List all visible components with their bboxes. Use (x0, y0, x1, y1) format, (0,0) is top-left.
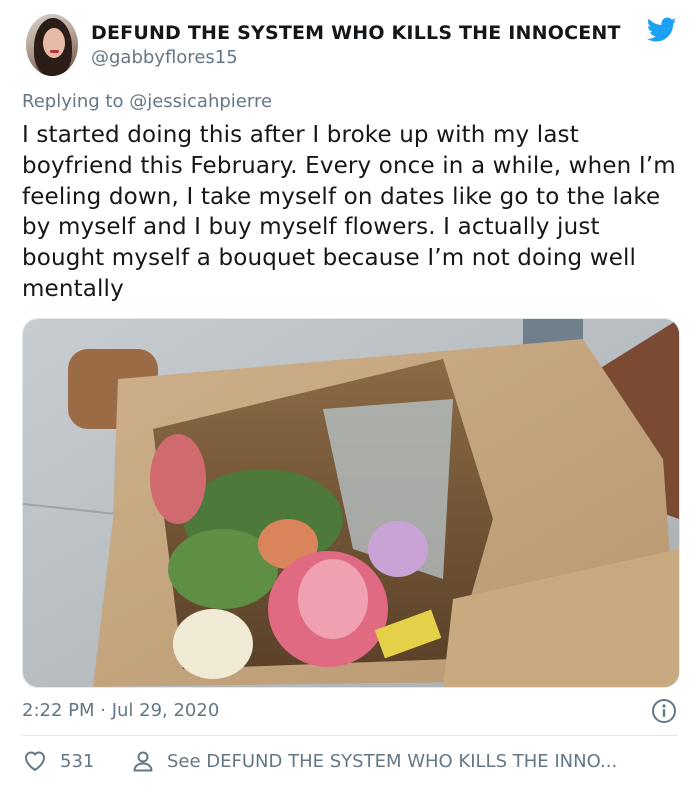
reply-prefix: Replying to (22, 91, 130, 112)
divider (22, 735, 678, 736)
info-icon[interactable] (651, 698, 677, 724)
person-icon (133, 751, 153, 772)
see-profile-label: See DEFUND THE SYSTEM WHO KILLS THE INNO… (167, 750, 618, 772)
tweet-timestamp[interactable]: 2:22 PM · Jul 29, 2020 (22, 700, 219, 721)
heart-icon (25, 751, 45, 771)
author-display-name[interactable]: DEFUND THE SYSTEM WHO KILLS THE INNOCENT (91, 22, 621, 44)
like-button[interactable]: 531 (22, 748, 94, 774)
tweet-card: DEFUND THE SYSTEM WHO KILLS THE INNOCENT… (0, 0, 700, 789)
see-profile-link[interactable]: See DEFUND THE SYSTEM WHO KILLS THE INNO… (131, 748, 617, 774)
reply-to-handle[interactable]: @jessicahpierre (129, 91, 272, 112)
bouquet-image (23, 319, 679, 687)
twitter-bird-icon[interactable] (647, 17, 677, 43)
avatar-lips (50, 50, 59, 53)
tweet-photo[interactable] (22, 318, 680, 688)
avatar-face (43, 28, 65, 58)
tweet-text: I started doing this after I broke up wi… (22, 122, 676, 302)
avatar[interactable] (26, 14, 78, 76)
reply-context: Replying to @jessicahpierre (22, 91, 272, 112)
like-count: 531 (60, 750, 95, 772)
author-handle[interactable]: @gabbyflores15 (91, 47, 238, 68)
